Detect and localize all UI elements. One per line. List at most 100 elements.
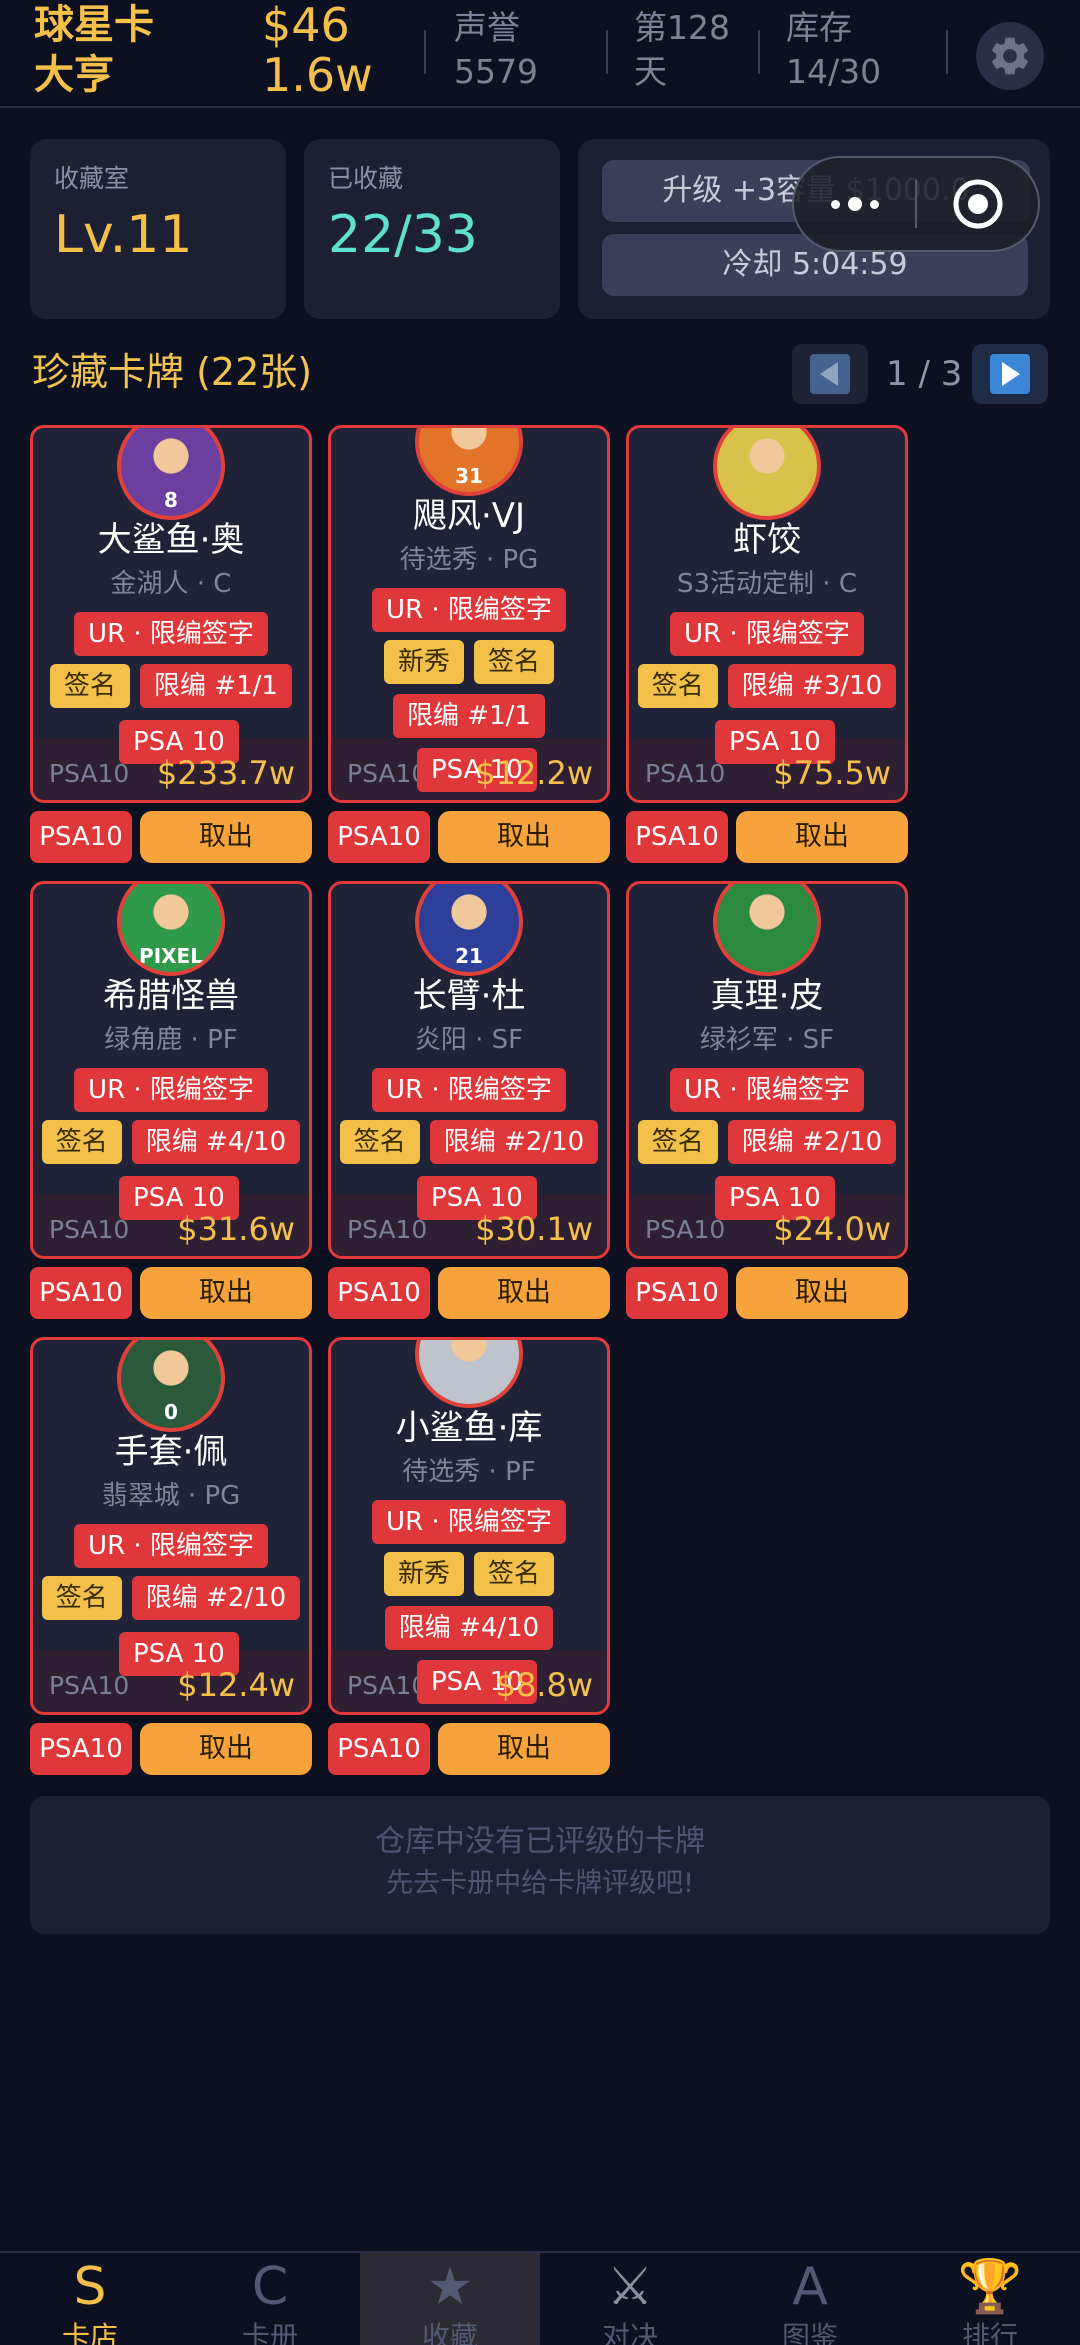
badge-row: 签名 限编 #2/10 (331, 1120, 607, 1164)
nav-ranking[interactable]: 🏆 排行 (900, 2253, 1080, 2345)
badge-row: UR · 限编签字 (331, 588, 607, 632)
badge-row: 签名 限编 #2/10 (33, 1576, 309, 1620)
nav-label: 卡册 (241, 2320, 298, 2345)
card-price: $30.1w (475, 1210, 593, 1248)
psa10-button[interactable]: PSA10 (328, 1723, 430, 1775)
more-options-button[interactable] (794, 197, 915, 211)
header-divider (946, 30, 948, 74)
app-root: 球星卡大亨 $46 1.6w 声誉 5579 第128天 库存 14/30 收藏… (0, 0, 1080, 2345)
take-out-button[interactable]: 取出 (736, 1267, 908, 1319)
player-avatar: PIXEL (117, 884, 225, 976)
album-c-icon: C (251, 2257, 289, 2317)
empty-notice-hint: 先去卡册中给卡牌评级吧! (386, 1868, 694, 1899)
badge-row: 限编 #4/10 (331, 1606, 607, 1650)
card-team-position: 翡翠城 · PG (101, 1481, 241, 1511)
take-out-button[interactable]: 取出 (140, 1267, 312, 1319)
card-grade-label: PSA10 (49, 759, 130, 788)
card-tile[interactable]: PIXEL 希腊怪兽 绿角鹿 · PF UR · 限编签字 签名 限编 #4/10 PSA1… (30, 881, 312, 1259)
nav-label: 排行 (961, 2320, 1018, 2345)
prev-page-button[interactable] (792, 344, 868, 404)
next-page-button[interactable] (972, 344, 1048, 404)
card-price: $8.8w (495, 1666, 593, 1704)
card-tile[interactable]: 0 手套·佩 翡翠城 · PG UR · 限编签字 签名 限编 #2/10 PSA10 PSA… (30, 1337, 312, 1715)
settings-button[interactable] (976, 22, 1044, 90)
card-tile[interactable]: 小鲨鱼·库 待选秀 · PF UR · 限编签字 新秀 签名 限编 #4/10 PSA10 P… (328, 1337, 610, 1715)
rarity-badge: UR · 限编签字 (74, 1068, 268, 1112)
psa10-button[interactable]: PSA10 (626, 1267, 728, 1319)
card-player-name: 大鲨鱼·奥 (97, 520, 245, 560)
take-out-button[interactable]: 取出 (438, 811, 610, 863)
limited-badge: 限编 #1/1 (393, 694, 545, 738)
collected-label: 已收藏 (328, 164, 404, 193)
avatar-jersey-number: 21 (455, 944, 483, 968)
card-player-name: 飓风·VJ (412, 496, 526, 536)
reputation-label: 声誉 (454, 8, 520, 47)
collection-room-level: Lv.11 (54, 205, 193, 265)
inventory-value: 14/30 (786, 52, 882, 91)
psa10-button[interactable]: PSA10 (30, 1267, 132, 1319)
avatar-jersey-number: 0 (164, 1400, 178, 1424)
miniprogram-capsule (792, 156, 1040, 252)
nav-label: 图鉴 (781, 2320, 838, 2345)
card-player-name: 希腊怪兽 (103, 976, 239, 1016)
card-price: $31.6w (177, 1210, 295, 1248)
psa10-button[interactable]: PSA10 (328, 811, 430, 863)
badge-row: 签名 限编 #2/10 (629, 1120, 905, 1164)
nav-album[interactable]: C 卡册 (180, 2253, 360, 2345)
card-grade-label: PSA10 (645, 1215, 726, 1244)
limited-badge: 限编 #2/10 (131, 1576, 301, 1620)
day-counter: 第128天 (634, 8, 730, 91)
card-tile[interactable]: 31 飓风·VJ 待选秀 · PG UR · 限编签字 新秀 签名 限编 #1/1 PSA10… (328, 425, 610, 803)
limited-badge: 限编 #3/10 (727, 664, 897, 708)
take-out-button[interactable]: 取出 (438, 1723, 610, 1775)
empty-notice-title: 仓库中没有已评级的卡牌 (375, 1824, 705, 1859)
player-avatar (713, 884, 821, 976)
take-out-button[interactable]: 取出 (736, 811, 908, 863)
tag-badge: 签名 (41, 1576, 122, 1620)
card-grade-label: PSA10 (347, 1671, 428, 1700)
card-tile[interactable]: 虾饺 S3活动定制 · C UR · 限编签字 签名 限编 #3/10 PSA10 PSA … (626, 425, 908, 803)
trophy-icon: 🏆 (957, 2257, 1023, 2317)
nav-label: 卡店 (61, 2320, 118, 2345)
rarity-badge: UR · 限编签字 (372, 1068, 566, 1112)
triangle-right-icon (990, 354, 1030, 394)
psa10-button[interactable]: PSA10 (626, 811, 728, 863)
badge-row: 签名 限编 #3/10 (629, 664, 905, 708)
avatar-jersey-number: PIXEL (139, 944, 203, 968)
card-price: $24.0w (773, 1210, 891, 1248)
card-team-position: 待选秀 · PG (399, 545, 539, 575)
limited-badge: 限编 #2/10 (429, 1120, 599, 1164)
nav-shop[interactable]: S 卡店 (0, 2253, 180, 2345)
close-miniprogram-button[interactable] (917, 177, 1038, 231)
money-sub-value: 1.6w (262, 48, 373, 102)
card-tile[interactable]: 真理·皮 绿衫军 · SF UR · 限编签字 签名 限编 #2/10 PSA10 PSA … (626, 881, 908, 1259)
player-avatar (713, 428, 821, 520)
take-out-button[interactable]: 取出 (140, 811, 312, 863)
triangle-left-icon (810, 354, 850, 394)
badge-row: 签名 限编 #1/1 (33, 664, 309, 708)
rarity-badge: UR · 限编签字 (670, 1068, 864, 1112)
badge-row: 新秀 签名 (331, 640, 607, 684)
psa10-button[interactable]: PSA10 (328, 1267, 430, 1319)
psa10-button[interactable]: PSA10 (30, 1723, 132, 1775)
game-title: 球星卡大亨 (34, 2, 154, 98)
take-out-button[interactable]: 取出 (438, 1267, 610, 1319)
avatar-jersey-number: 8 (164, 488, 178, 512)
collection-room-panel: 收藏室 Lv.11 (30, 139, 286, 319)
card-player-name: 真理·皮 (710, 976, 824, 1016)
reputation-stat: 声誉 5579 (454, 6, 538, 94)
tag-badge: 新秀 (383, 1552, 464, 1596)
badge-row: 新秀 签名 (331, 1552, 607, 1596)
rarity-badge: UR · 限编签字 (670, 612, 864, 656)
take-out-button[interactable]: 取出 (140, 1723, 312, 1775)
header-divider (606, 30, 608, 74)
psa10-button[interactable]: PSA10 (30, 811, 132, 863)
player-avatar: 31 (415, 428, 523, 496)
nav-codex[interactable]: A 图鉴 (720, 2253, 900, 2345)
card-tile[interactable]: 8 大鲨鱼·奥 金湖人 · C UR · 限编签字 签名 限编 #1/1 PSA10 PSA … (30, 425, 312, 803)
nav-battle[interactable]: ⚔ 对决 (540, 2253, 720, 2345)
card-tile[interactable]: 21 长臂·杜 炎阳 · SF UR · 限编签字 签名 限编 #2/10 PSA10 PSA… (328, 881, 610, 1259)
gear-icon (992, 37, 1028, 75)
nav-collection[interactable]: ★ 收藏 (360, 2253, 540, 2345)
player-avatar (415, 1340, 523, 1408)
